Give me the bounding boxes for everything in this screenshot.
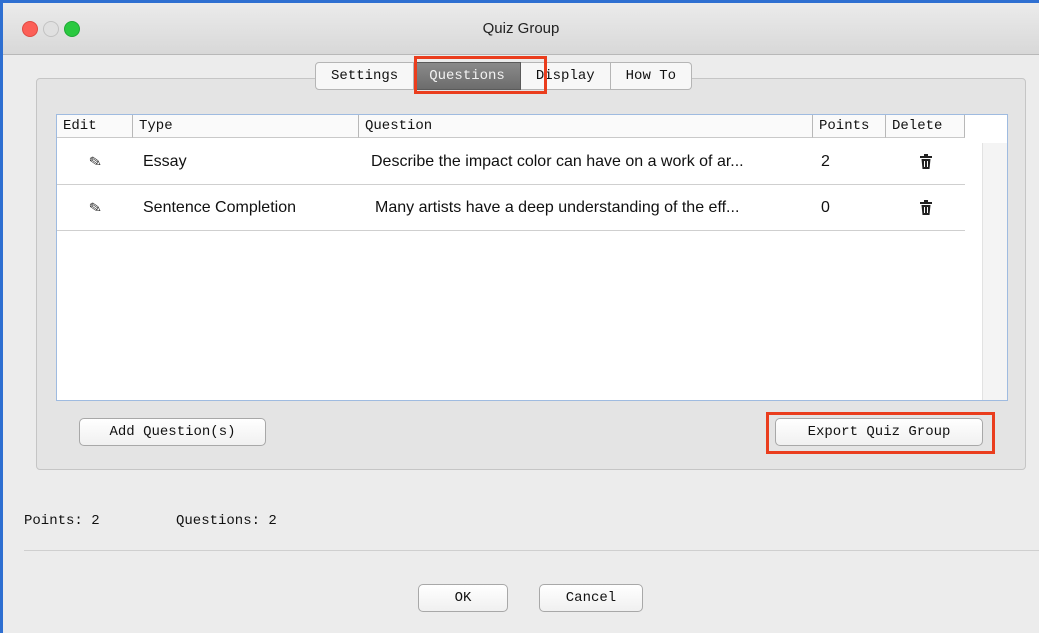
export-button-highlight [766,412,995,454]
cancel-button[interactable]: Cancel [539,584,643,612]
window-frame-left [0,0,3,633]
questions-table: Edit Type Question Points Delete ✎ Essay… [56,114,1008,401]
add-questions-button[interactable]: Add Question(s) [79,418,266,446]
column-header-question[interactable]: Question [359,115,813,138]
tab-settings[interactable]: Settings [315,62,415,90]
column-header-points[interactable]: Points [813,115,886,138]
questions-summary: Questions: 2 [176,513,277,529]
points-summary: Points: 2 [24,513,100,529]
window-title: Quiz Group [482,20,560,37]
column-header-type[interactable]: Type [133,115,359,138]
pencil-icon[interactable]: ✎ [87,153,102,171]
questions-tab-highlight [414,56,547,94]
column-header-delete[interactable]: Delete [886,115,965,138]
question-cell: Many artists have a deep understanding o… [375,198,740,216]
tab-how-to[interactable]: How To [610,62,693,90]
trash-icon[interactable] [919,199,933,216]
question-cell: Describe the impact color can have on a … [371,152,744,170]
type-cell: Essay [143,152,187,170]
pencil-icon[interactable]: ✎ [87,199,102,217]
delete-cell[interactable] [886,199,965,216]
table-row[interactable]: ✎ Sentence Completion Many artists have … [57,185,965,231]
points-cell: 2 [821,152,830,170]
type-cell: Sentence Completion [143,198,296,216]
footer-divider [24,550,1039,551]
edit-cell[interactable]: ✎ [57,153,133,171]
edit-cell[interactable]: ✎ [57,199,133,217]
table-header: Edit Type Question Points Delete [57,115,965,139]
column-header-edit[interactable]: Edit [57,115,133,138]
table-scrollbar[interactable] [982,143,1007,400]
ok-button[interactable]: OK [418,584,508,612]
title-bar: Quiz Group [3,3,1039,55]
delete-cell[interactable] [886,153,965,170]
trash-icon[interactable] [919,153,933,170]
points-cell: 0 [821,198,830,216]
table-row[interactable]: ✎ Essay Describe the impact color can ha… [57,139,965,185]
